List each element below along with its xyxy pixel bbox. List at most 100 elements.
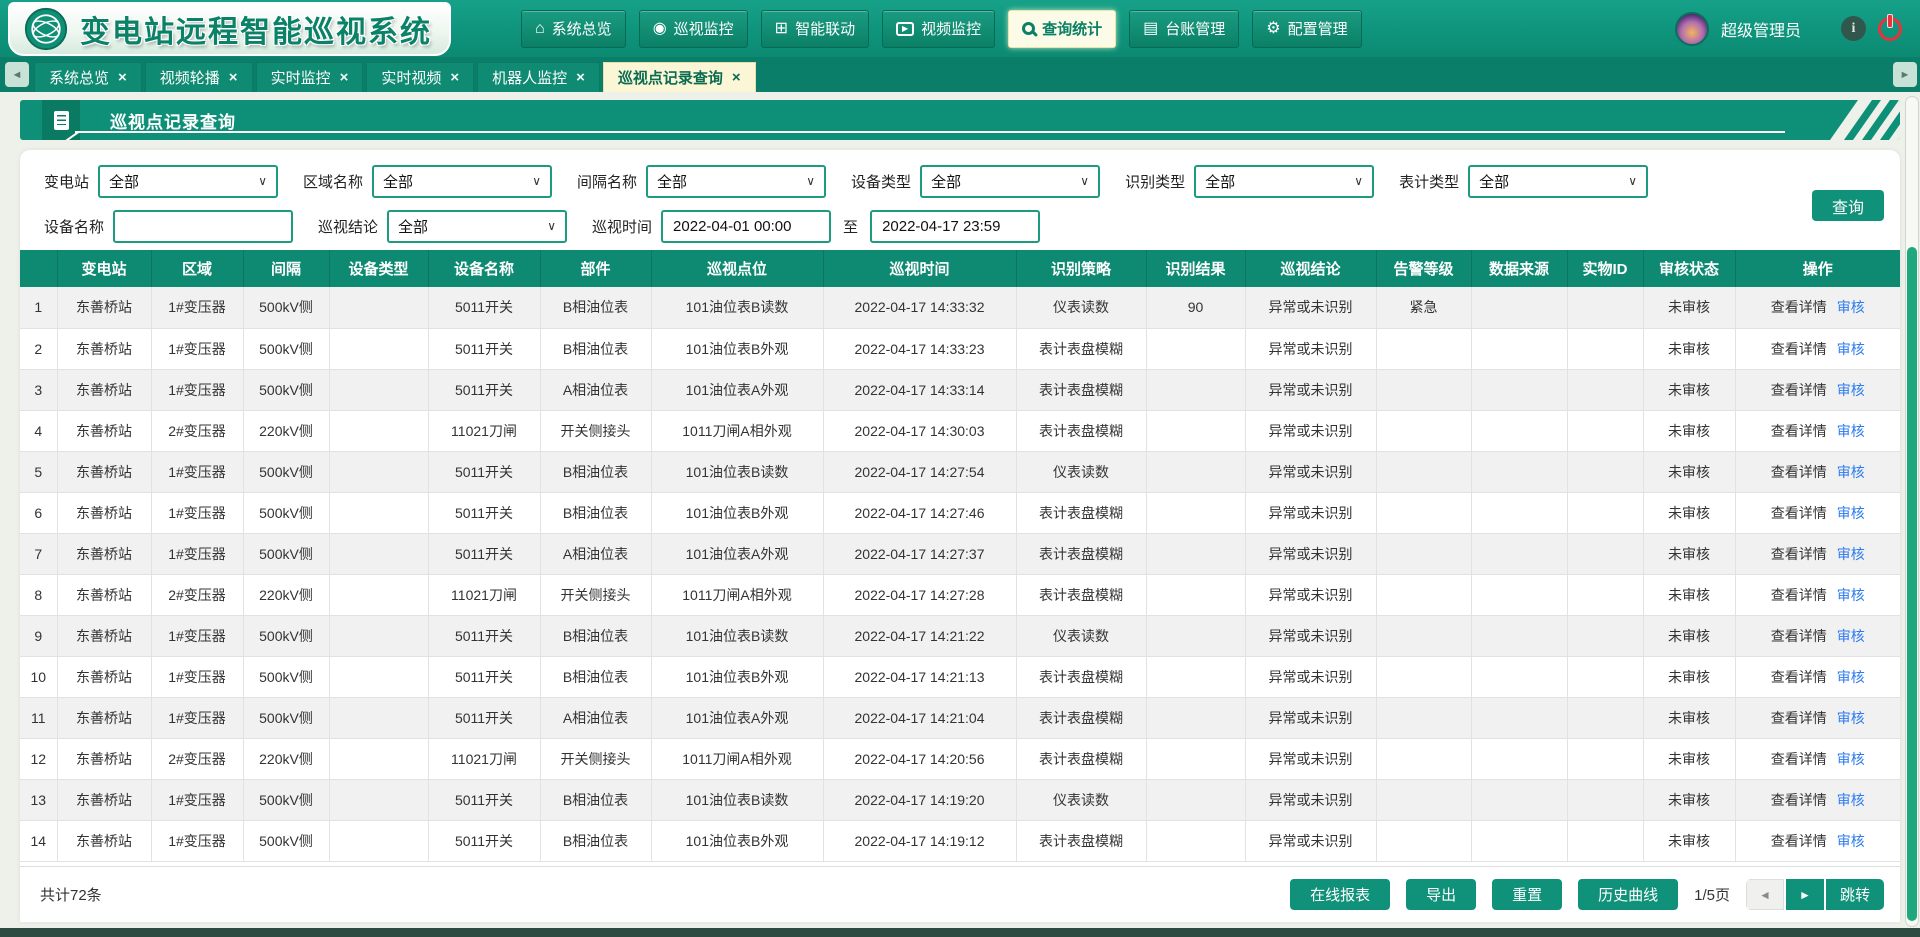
close-icon[interactable]: ×	[229, 69, 238, 86]
page-title-bar: 巡视点记录查询	[20, 100, 1900, 140]
info-icon[interactable]: i	[1841, 16, 1866, 41]
tabs-scroll-right-icon[interactable]: ►	[1893, 62, 1917, 87]
history-curve-button[interactable]: 历史曲线	[1578, 879, 1678, 910]
cell-actions: 查看详情审核	[1735, 492, 1900, 533]
scrollbar-thumb[interactable]	[1907, 247, 1917, 921]
recognition-type-select[interactable]: 全部∨	[1194, 165, 1374, 198]
cell-inspection-conclusion: 异常或未识别	[1245, 779, 1376, 820]
audit-link[interactable]: 审核	[1837, 792, 1865, 808]
audit-link[interactable]: 审核	[1837, 505, 1865, 521]
audit-link[interactable]: 审核	[1837, 299, 1865, 315]
close-icon[interactable]: ×	[450, 69, 459, 86]
tab-robot-monitor[interactable]: 机器人监控×	[477, 62, 600, 92]
nav-config-management-button[interactable]: ⚙配置管理	[1252, 10, 1361, 48]
view-details-link[interactable]: 查看详情	[1771, 587, 1827, 603]
page-next-icon[interactable]: ►	[1786, 879, 1824, 910]
tab-inspection-record-query[interactable]: 巡视点记录查询 ×	[603, 62, 756, 92]
station-select[interactable]: 全部∨	[98, 165, 278, 198]
user-avatar[interactable]	[1675, 12, 1709, 46]
cell-inspection-time: 2022-04-17 14:21:04	[823, 697, 1016, 738]
audit-link[interactable]: 审核	[1837, 423, 1865, 439]
cell-alarm-level	[1376, 779, 1471, 820]
export-button[interactable]: 导出	[1406, 879, 1476, 910]
view-details-link[interactable]: 查看详情	[1771, 751, 1827, 767]
tab-realtime-monitor[interactable]: 实时监控×	[256, 62, 364, 92]
view-details-link[interactable]: 查看详情	[1771, 382, 1827, 398]
inspection-conclusion-select[interactable]: 全部 ∨	[387, 210, 567, 243]
cell-inspection-time: 2022-04-17 14:33:23	[823, 328, 1016, 369]
nav-system-overview-button[interactable]: ⌂系统总览	[521, 10, 626, 48]
cell-inspection-point: 101油位表B外观	[651, 820, 823, 861]
page-jump-button[interactable]: 跳转	[1826, 879, 1884, 910]
page-prev-icon[interactable]: ◄	[1746, 879, 1784, 910]
inspection-time-to-input[interactable]: 2022-04-17 23:59	[870, 210, 1040, 243]
filter-group-device-type: 设备类型全部∨	[851, 165, 1100, 198]
filter-row-2: 设备名称 巡视结论 全部 ∨ 巡视时间 2022-04-01 00:00 至 2…	[44, 209, 1884, 243]
view-details-link[interactable]: 查看详情	[1771, 710, 1827, 726]
close-icon[interactable]: ×	[340, 69, 349, 86]
cell-station: 东善桥站	[57, 697, 151, 738]
cell-bay: 500kV侧	[243, 287, 329, 328]
view-details-link[interactable]: 查看详情	[1771, 792, 1827, 808]
cell-data-source	[1471, 738, 1567, 779]
view-details-link[interactable]: 查看详情	[1771, 341, 1827, 357]
area-select[interactable]: 全部∨	[372, 165, 552, 198]
cell-alarm-level	[1376, 738, 1471, 779]
audit-link[interactable]: 审核	[1837, 587, 1865, 603]
bay-select[interactable]: 全部∨	[646, 165, 826, 198]
logout-power-icon[interactable]	[1878, 17, 1902, 41]
audit-link[interactable]: 审核	[1837, 382, 1865, 398]
close-icon[interactable]: ×	[732, 69, 741, 86]
tab-realtime-video[interactable]: 实时视频×	[366, 62, 474, 92]
nav-inspection-monitor-button[interactable]: ◉ 巡视监控	[639, 10, 748, 48]
device-type-select[interactable]: 全部∨	[920, 165, 1100, 198]
audit-link[interactable]: 审核	[1837, 833, 1865, 849]
tab-system-overview[interactable]: 系统总览×	[34, 62, 142, 92]
nav-ledger-management-button[interactable]: ▤台账管理	[1129, 10, 1239, 48]
nav-video-monitor-label: 视频监控	[921, 18, 981, 39]
query-button[interactable]: 查询	[1812, 190, 1884, 221]
tabs-scroll-left-icon[interactable]: ◄	[5, 62, 29, 87]
audit-link[interactable]: 审核	[1837, 546, 1865, 562]
close-icon[interactable]: ×	[576, 69, 585, 86]
view-details-link[interactable]: 查看详情	[1771, 299, 1827, 315]
view-details-link[interactable]: 查看详情	[1771, 833, 1827, 849]
cell-recognition-result	[1146, 451, 1245, 492]
table-row: 11东善桥站1#变压器500kV侧5011开关A相油位表101油位表A外观202…	[20, 697, 1900, 738]
cell-physical-id	[1567, 287, 1643, 328]
audit-link[interactable]: 审核	[1837, 710, 1865, 726]
nav-query-stats-button[interactable]: 查询统计	[1008, 10, 1116, 48]
view-details-link[interactable]: 查看详情	[1771, 546, 1827, 562]
bottom-strip	[0, 928, 1920, 937]
cell-actions: 查看详情审核	[1735, 697, 1900, 738]
tab-video-carousel[interactable]: 视频轮播×	[145, 62, 253, 92]
online-report-button[interactable]: 在线报表	[1290, 879, 1390, 910]
audit-link[interactable]: 审核	[1837, 341, 1865, 357]
nav-video-monitor-button[interactable]: ▶视频监控	[882, 10, 995, 48]
audit-link[interactable]: 审核	[1837, 669, 1865, 685]
tab-inspection-record-query-label: 巡视点记录查询	[618, 67, 723, 88]
view-details-link[interactable]: 查看详情	[1771, 669, 1827, 685]
filter-group-station: 变电站全部∨	[44, 165, 278, 198]
vertical-scrollbar[interactable]	[1905, 96, 1919, 927]
view-details-link[interactable]: 查看详情	[1771, 464, 1827, 480]
view-details-link[interactable]: 查看详情	[1771, 423, 1827, 439]
user-name: 超级管理员	[1721, 17, 1801, 41]
reset-button[interactable]: 重置	[1492, 879, 1562, 910]
eye-icon: ◉	[653, 21, 667, 37]
meter-type-select[interactable]: 全部∨	[1468, 165, 1648, 198]
audit-link[interactable]: 审核	[1837, 751, 1865, 767]
audit-link[interactable]: 审核	[1837, 464, 1865, 480]
cell-area: 1#变压器	[151, 697, 243, 738]
device-name-input[interactable]	[113, 210, 293, 243]
cell-actions: 查看详情审核	[1735, 656, 1900, 697]
view-details-link[interactable]: 查看详情	[1771, 505, 1827, 521]
view-details-link[interactable]: 查看详情	[1771, 628, 1827, 644]
cell-inspection-conclusion: 异常或未识别	[1245, 328, 1376, 369]
nav-smart-linkage-button[interactable]: ⊞智能联动	[761, 10, 869, 48]
inspection-time-from-input[interactable]: 2022-04-01 00:00	[661, 210, 831, 243]
audit-link[interactable]: 审核	[1837, 628, 1865, 644]
close-icon[interactable]: ×	[118, 69, 127, 86]
cell-bay: 500kV侧	[243, 820, 329, 861]
nav-inspection-monitor-label: 巡视监控	[674, 18, 734, 39]
